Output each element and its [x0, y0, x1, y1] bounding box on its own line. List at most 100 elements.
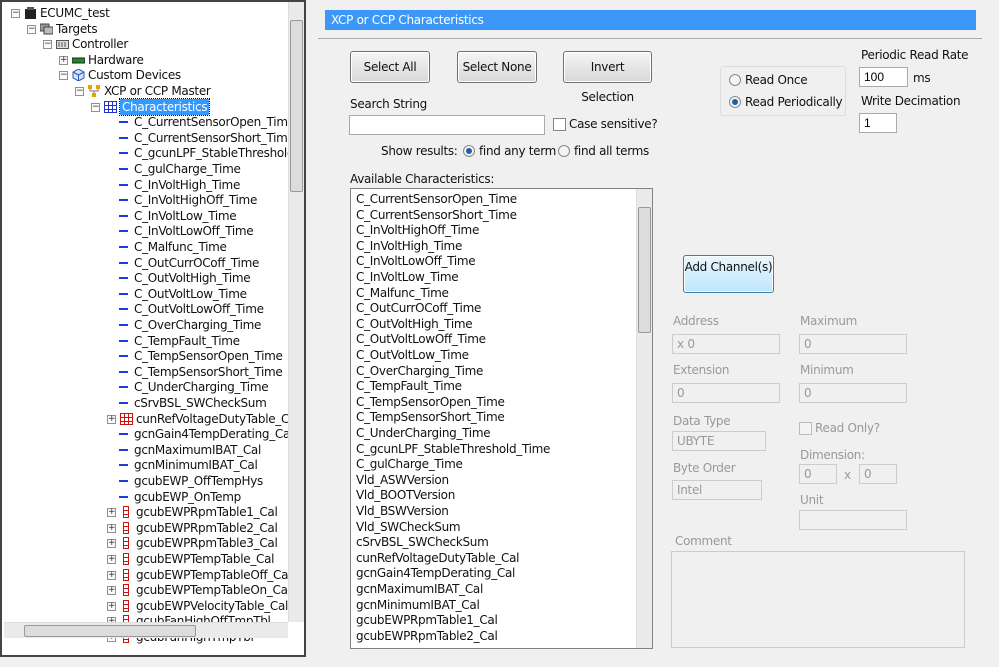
tree-node[interactable]: + gcubEWPRpmTable1_Cal — [2, 504, 292, 520]
read-periodically-radio[interactable] — [729, 96, 741, 108]
tree-node[interactable]: gcnMinimumIBAT_Cal — [2, 457, 292, 473]
expand-icon[interactable]: + — [107, 523, 116, 533]
list-item[interactable]: C_gulCharge_Time — [356, 456, 463, 472]
find-any-term-radio[interactable] — [463, 145, 475, 157]
collapse-icon[interactable]: − — [11, 9, 20, 18]
tree-node[interactable]: C_UnderCharging_Time — [2, 379, 292, 395]
tree-node[interactable]: − ECUMC_test — [2, 5, 292, 21]
tree-node[interactable]: gcnGain4TempDerating_Cal — [2, 426, 293, 442]
find-all-terms-radio[interactable] — [558, 145, 570, 157]
scrollbar-thumb[interactable] — [290, 20, 303, 192]
tree-node[interactable]: + gcubEWPTempTable_Cal — [2, 551, 292, 567]
tree-node[interactable]: + gcubEWPRpmTable3_Cal — [2, 535, 292, 551]
tree-node[interactable]: C_Malfunc_Time — [2, 239, 292, 255]
tree-node[interactable]: C_OutCurrOCoff_Time — [2, 255, 292, 271]
minimum-field[interactable]: 0 — [799, 383, 907, 403]
tree-node[interactable]: C_InVoltHigh_Time — [2, 177, 292, 193]
list-item[interactable]: cSrvBSL_SWCheckSum — [356, 534, 489, 550]
tree-node[interactable]: + gcubEWPVelocityTable_Cal — [2, 598, 292, 614]
list-item[interactable]: C_OverCharging_Time — [356, 363, 483, 379]
expand-icon[interactable]: + — [107, 570, 116, 580]
tree-node[interactable]: C_OverCharging_Time — [2, 317, 292, 333]
list-item[interactable]: C_CurrentSensorShort_Time — [356, 207, 517, 223]
byte-order-field[interactable]: Intel — [672, 480, 762, 500]
list-item[interactable]: C_Malfunc_Time — [356, 285, 449, 301]
tree-node[interactable]: + gcubEWPTempTableOn_Cal — [2, 582, 292, 598]
collapse-icon[interactable]: − — [59, 71, 68, 81]
list-item[interactable]: C_InVoltLowOff_Time — [356, 253, 476, 269]
tree-node[interactable]: C_InVoltLow_Time — [2, 208, 292, 224]
expand-icon[interactable]: + — [107, 555, 116, 564]
dimension-y-field[interactable]: 0 — [859, 464, 897, 484]
expand-icon[interactable]: + — [107, 414, 116, 424]
tree-node[interactable]: − Characteristics — [2, 97, 292, 116]
tree-node[interactable]: gcubEWP_OffTempHys — [2, 473, 292, 489]
tree-node[interactable]: − XCP or CCP Master — [2, 83, 292, 99]
expand-icon[interactable]: + — [107, 586, 116, 596]
device-tree[interactable]: − ECUMC_test − Targets − Controller + Hardware −… — [0, 0, 306, 657]
comment-field[interactable] — [671, 551, 965, 648]
dimension-x-field[interactable]: 0 — [799, 464, 837, 484]
available-characteristics-list[interactable]: C_CurrentSensorOpen_Time C_CurrentSensorS… — [350, 188, 653, 649]
tree-node[interactable]: C_CurrentSensorOpen_Time — [2, 114, 295, 130]
list-item[interactable]: gcnMaximumIBAT_Cal — [356, 581, 483, 597]
list-vertical-scrollbar[interactable] — [636, 189, 652, 648]
tree-node[interactable]: − Controller — [2, 36, 292, 52]
unit-field[interactable] — [799, 510, 907, 530]
collapse-icon[interactable]: − — [75, 87, 84, 96]
collapse-icon[interactable]: − — [43, 40, 52, 50]
list-item[interactable]: C_OutCurrOCoff_Time — [356, 300, 481, 316]
tree-node[interactable]: C_InVoltHighOff_Time — [2, 192, 292, 208]
tree-horizontal-scrollbar[interactable] — [4, 622, 288, 638]
tree-node[interactable]: C_CurrentSensorShort_Time — [2, 130, 295, 146]
list-item[interactable]: C_OutVoltLowOff_Time — [356, 331, 486, 347]
add-channels-button[interactable]: Add Channel(s) — [683, 255, 774, 293]
list-item[interactable]: gcubEWPRpmTable2_Cal — [356, 628, 498, 644]
list-item[interactable]: gcnGain4TempDerating_Cal — [356, 565, 515, 581]
tree-node[interactable]: + cunRefVoltageDutyTable_Cal — [2, 411, 299, 427]
collapse-icon[interactable]: − — [27, 24, 36, 34]
tree-node[interactable]: C_OutVoltHigh_Time — [2, 270, 292, 286]
tree-node[interactable]: C_InVoltLowOff_Time — [2, 223, 292, 239]
tree-node[interactable]: C_TempSensorOpen_Time — [2, 348, 292, 364]
tree-node[interactable]: gcnMaximumIBAT_Cal — [2, 442, 292, 458]
list-item[interactable]: Vld_BOOTVersion — [356, 487, 455, 503]
tree-node[interactable]: C_gcunLPF_StableThreshold_Time — [2, 145, 304, 161]
case-sensitive-checkbox[interactable] — [553, 118, 566, 131]
expand-icon[interactable]: + — [107, 539, 116, 549]
periodic-read-rate-input[interactable] — [859, 67, 908, 87]
tree-node[interactable]: + gcubEWPTempTableOff_Cal — [2, 567, 292, 583]
tree-node[interactable]: − Custom Devices — [2, 67, 292, 83]
list-item[interactable]: C_UnderCharging_Time — [356, 425, 491, 441]
tree-node[interactable]: + gcubEWPRpmTable2_Cal — [2, 520, 292, 536]
expand-icon[interactable]: + — [59, 55, 68, 65]
tree-node[interactable]: C_gulCharge_Time — [2, 161, 292, 177]
tree-vertical-scrollbar[interactable] — [288, 2, 304, 622]
list-item[interactable]: cunRefVoltageDutyTable_Cal — [356, 550, 519, 566]
data-type-field[interactable]: UBYTE — [672, 431, 766, 451]
extension-field[interactable]: 0 — [672, 383, 780, 403]
list-item[interactable]: Vld_BSWVersion — [356, 503, 449, 519]
list-item[interactable]: C_TempSensorOpen_Time — [356, 394, 505, 410]
tree-node[interactable]: C_OutVoltLowOff_Time — [2, 301, 292, 317]
maximum-field[interactable]: 0 — [799, 334, 907, 354]
list-item[interactable]: C_InVoltHighOff_Time — [356, 222, 479, 238]
list-item[interactable]: C_TempFault_Time — [356, 378, 462, 394]
expand-icon[interactable]: + — [107, 508, 116, 518]
address-field[interactable]: x 0 — [672, 334, 780, 354]
write-decimation-input[interactable] — [859, 113, 897, 133]
read-once-radio[interactable] — [729, 74, 741, 86]
tree-node[interactable]: cSrvBSL_SWCheckSum — [2, 395, 292, 411]
list-item[interactable]: gcnMinimumIBAT_Cal — [356, 597, 480, 613]
list-item[interactable]: C_OutVoltLow_Time — [356, 347, 469, 363]
list-item[interactable]: C_OutVoltHigh_Time — [356, 316, 473, 332]
tree-node[interactable]: + Hardware — [2, 52, 292, 68]
tree-node[interactable]: C_TempSensorShort_Time — [2, 364, 292, 380]
list-item[interactable]: C_InVoltHigh_Time — [356, 238, 462, 254]
read-only-checkbox[interactable] — [799, 422, 812, 435]
select-all-button[interactable]: Select All — [350, 51, 430, 83]
list-item[interactable]: C_gcunLPF_StableThreshold_Time — [356, 441, 550, 457]
list-item[interactable]: C_TempSensorShort_Time — [356, 409, 505, 425]
scrollbar-thumb[interactable] — [638, 207, 651, 333]
collapse-icon[interactable]: − — [91, 102, 100, 112]
